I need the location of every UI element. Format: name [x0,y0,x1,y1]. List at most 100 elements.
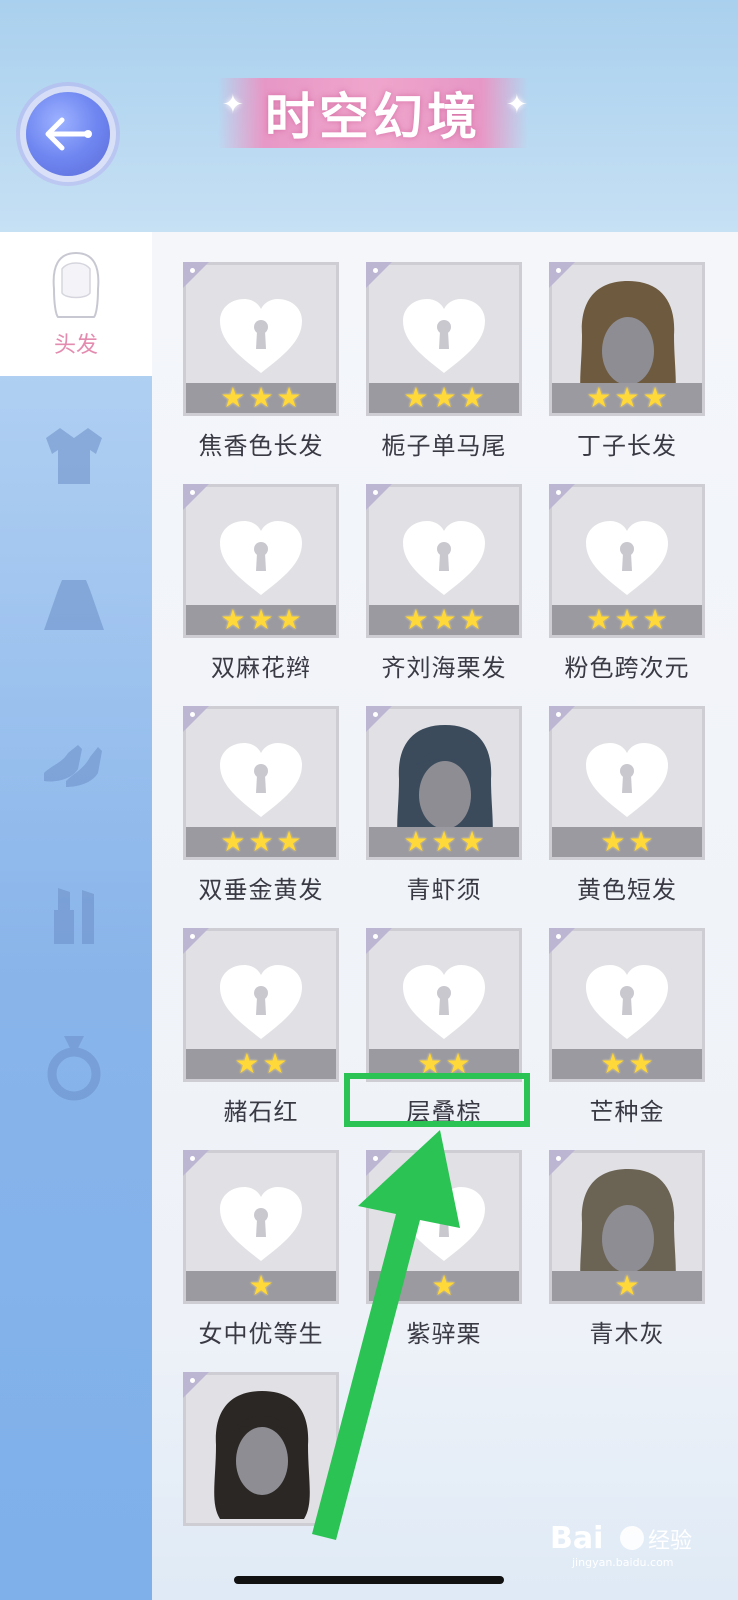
card-corner [366,928,392,954]
locked-heart-icon [220,1187,302,1261]
item-card[interactable]: ★ ★ ★ [549,484,705,638]
item-card[interactable]: ★ ★ ★ [183,484,339,638]
star-icon: ★ [459,825,485,858]
locked-heart-icon [586,965,668,1039]
jacket-icon[interactable] [38,420,110,492]
card-corner-dot [556,712,561,717]
star-icon: ★ [614,381,640,414]
item-name: 焦香色长发 [198,432,324,460]
card-corner-dot [556,490,561,495]
title-banner: 时空幻境 [218,78,528,148]
sparkle-icon: ✦ [222,90,244,120]
rarity-stars: ★ ★ ★ [186,827,336,857]
shoes-icon[interactable] [38,725,110,797]
item-name: 丁子长发 [577,432,677,460]
rarity-stars: ★ ★ ★ [369,383,519,413]
item-card[interactable]: ★ ★ [366,928,522,1082]
hair-item[interactable]: ★ ★ ★ 青虾须 [366,706,522,905]
hair-item[interactable]: ★ ★ ★ 焦香色长发 [183,262,339,461]
card-corner [183,262,209,288]
star-icon: ★ [276,603,302,636]
skirt-icon[interactable] [38,570,110,642]
locked-heart-icon [220,965,302,1039]
hair-item[interactable]: ★ ★ 芒种金 [549,928,705,1127]
card-corner-dot [190,712,195,717]
card-corner-dot [190,268,195,273]
card-corner [183,1150,209,1176]
star-icon: ★ [220,603,246,636]
card-corner [549,928,575,954]
star-icon: ★ [403,825,429,858]
item-card[interactable]: ★ ★ ★ [183,706,339,860]
card-corner [183,928,209,954]
hair-item[interactable]: ★ ★ 黄色短发 [549,706,705,905]
card-corner-dot [556,268,561,273]
lipstick-icon[interactable] [38,880,110,952]
star-icon: ★ [248,381,274,414]
item-name: 黄色短发 [577,876,677,904]
item-name: 栀子单马尾 [381,432,507,460]
hair-item[interactable]: ★ ★ ★ 粉色跨次元 [549,484,705,683]
item-card[interactable]: ★ ★ ★ [366,484,522,638]
star-icon: ★ [403,381,429,414]
hair-item[interactable]: ★ ★ ★ 栀子单马尾 [366,262,522,461]
item-card[interactable]: ★ ★ ★ [366,706,522,860]
star-icon: ★ [248,1269,274,1302]
item-card[interactable]: ★ [549,1150,705,1304]
star-icon: ★ [586,381,612,414]
star-icon: ★ [628,825,654,858]
locked-heart-icon [586,521,668,595]
hair-item[interactable]: ★ ★ ★ 双垂金黄发 [183,706,339,905]
star-icon: ★ [431,603,457,636]
watermark-brand: Bai [550,1521,603,1556]
item-name: 粉色跨次元 [564,654,690,682]
card-corner-dot [556,1156,561,1161]
card-corner [183,706,209,732]
item-card[interactable]: ★ ★ [183,928,339,1082]
star-icon: ★ [220,381,246,414]
watermark-brand-suffix: 经验 [648,1529,692,1554]
star-icon: ★ [248,825,274,858]
star-icon: ★ [459,603,485,636]
card-corner-dot [190,1378,195,1383]
locked-heart-icon [220,521,302,595]
hair-item[interactable]: ★ ★ ★ 丁子长发 [549,262,705,461]
star-icon: ★ [600,1047,626,1080]
item-card[interactable]: ★ ★ [549,928,705,1082]
rarity-stars: ★ ★ [186,1049,336,1079]
pointer-arrow-icon [312,1130,460,1540]
rarity-stars: ★ ★ ★ [552,383,702,413]
ring-icon[interactable] [38,1030,110,1102]
hair-item[interactable]: ★ ★ ★ 双麻花辫 [183,484,339,683]
star-icon: ★ [431,825,457,858]
card-corner [549,706,575,732]
star-icon: ★ [459,381,485,414]
star-icon: ★ [586,603,612,636]
highlight-box [344,1073,530,1127]
card-corner-dot [373,268,378,273]
hair-item[interactable]: ★ ★ 赭石红 [183,928,339,1127]
item-name: 双麻花辫 [211,654,311,682]
card-corner-dot [190,1156,195,1161]
sparkle-icon: ✦ [506,90,528,120]
page-title: 时空幻境 [265,88,481,146]
hair-item[interactable]: ★ ★ ★ 齐刘海栗发 [366,484,522,683]
card-corner-dot [373,490,378,495]
item-card[interactable]: ★ ★ ★ [366,262,522,416]
star-icon: ★ [248,603,274,636]
item-card[interactable]: ★ ★ ★ [549,262,705,416]
hair-icon [52,251,100,318]
watermark-url: jingyan.baidu.com [571,1556,674,1569]
hair-item[interactable]: ★ 青木灰 [549,1150,705,1349]
back-arrow-icon [45,117,92,151]
star-icon: ★ [262,1047,288,1080]
item-card[interactable]: ★ ★ ★ [183,262,339,416]
card-corner [366,262,392,288]
rarity-stars: ★ ★ ★ [186,605,336,635]
star-icon: ★ [642,603,668,636]
sidebar-item-hair[interactable]: 头发 [0,232,152,376]
back-button[interactable] [26,92,110,176]
item-card[interactable]: ★ ★ [549,706,705,860]
home-indicator[interactable] [234,1576,504,1584]
card-corner-dot [556,934,561,939]
